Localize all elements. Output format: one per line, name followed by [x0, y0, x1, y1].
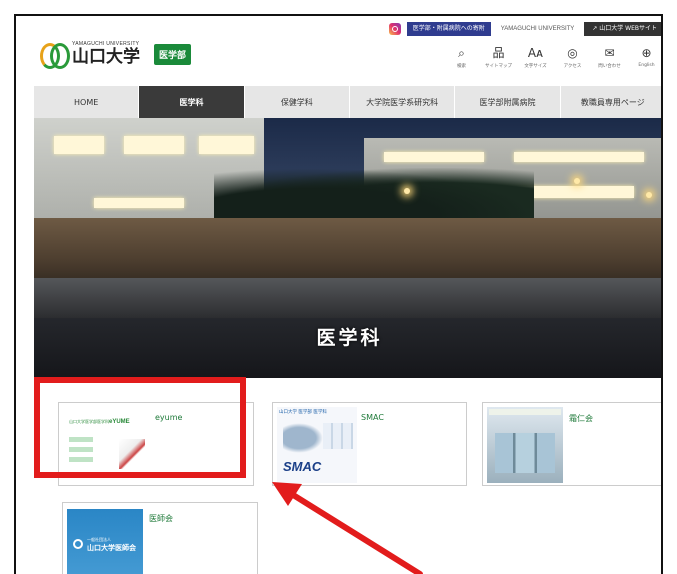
- highlight-box: [34, 377, 246, 478]
- util-contact[interactable]: ✉ 問い合わせ: [591, 46, 628, 69]
- department-badge: 医学部: [154, 43, 192, 65]
- hero-banner: 医学科: [34, 118, 661, 378]
- hospital-donation-link[interactable]: 医学部・附属病院への寄附: [406, 22, 491, 36]
- nav-staff-page[interactable]: 教職員専用ページ: [561, 86, 661, 118]
- ishikai-thumb-text: 山口大学医師会: [87, 544, 136, 552]
- text-size-icon: Aᴀ: [527, 46, 544, 60]
- university-en-link[interactable]: YAMAGUCHI UNIVERSITY: [497, 26, 579, 32]
- util-label: English: [638, 63, 655, 68]
- riverbank: [34, 278, 661, 318]
- location-icon: ◎: [567, 46, 578, 60]
- hero-title: 医学科: [316, 327, 383, 349]
- smac-header-text: 山口大学 医学部 医学科: [279, 410, 327, 415]
- card-smac[interactable]: 山口大学 医学部 医学科 SMAC SMAC: [272, 402, 467, 486]
- util-sitemap[interactable]: 品 サイトマップ: [480, 46, 517, 69]
- nav-graduate-school[interactable]: 大学院医学系研究科: [350, 86, 456, 118]
- ishikai-thumbnail: 一般社団法人 山口大学医師会: [67, 509, 143, 574]
- smac-thumbnail: 山口大学 医学部 医学科 SMAC: [277, 407, 357, 483]
- nav-home[interactable]: HOME: [34, 86, 140, 118]
- site-logo[interactable]: YAMAGUCHI UNIVERSITY 山口大学 医学部: [40, 42, 192, 69]
- university-website-link[interactable]: ↗ 山口大学 WEBサイト: [584, 22, 661, 36]
- util-label: アクセス: [563, 64, 582, 69]
- global-nav: HOME 医学科 保健学科 大学院医学系研究科 医学部附属病院 教職員専用ページ: [34, 86, 661, 118]
- util-english[interactable]: ⊕ English: [628, 46, 661, 69]
- browser-frame: YAMAGUCHI UNIVERSITY 山口大学 医学部 医学部・附属病院への…: [14, 14, 663, 574]
- card-title[interactable]: 霜仁会: [569, 413, 593, 424]
- sitemap-icon: 品: [492, 46, 505, 60]
- instagram-icon[interactable]: [388, 23, 401, 35]
- top-links-bar: 医学部・附属病院への寄附 YAMAGUCHI UNIVERSITY ↗ 山口大学…: [388, 22, 661, 36]
- nav-medicine[interactable]: 医学科: [139, 86, 245, 118]
- card-title[interactable]: 医師会: [149, 513, 173, 524]
- nav-health-sciences[interactable]: 保健学科: [245, 86, 350, 118]
- util-access[interactable]: ◎ アクセス: [554, 46, 591, 69]
- nav-hospital[interactable]: 医学部附属病院: [455, 86, 561, 118]
- util-label: 検索: [457, 64, 466, 69]
- world-map-icon: [283, 423, 323, 453]
- util-text-size[interactable]: Aᴀ 文字サイズ: [517, 46, 554, 69]
- university-emblem-icon: [40, 43, 70, 69]
- card-ishikai[interactable]: 一般社団法人 山口大学医師会 医師会: [62, 502, 258, 574]
- util-search[interactable]: ⌕ 検索: [443, 46, 480, 69]
- card-title[interactable]: SMAC: [361, 413, 384, 422]
- smac-logo: SMAC: [283, 459, 322, 474]
- card-soujinkai[interactable]: 霜仁会: [482, 402, 661, 486]
- util-label: 問い合わせ: [598, 64, 621, 69]
- search-icon: ⌕: [458, 46, 465, 60]
- globe-icon: ⊕: [641, 46, 652, 60]
- util-label: サイトマップ: [485, 64, 512, 69]
- utility-nav: ⌕ 検索 品 サイトマップ Aᴀ 文字サイズ ◎ アクセス ✉ 問い合わせ ⊕ …: [443, 46, 661, 69]
- site-header: YAMAGUCHI UNIVERSITY 山口大学 医学部 医学部・附属病院への…: [16, 16, 661, 86]
- util-label: 文字サイズ: [524, 64, 547, 69]
- soujinkai-thumbnail: [487, 407, 563, 483]
- mail-icon: ✉: [604, 46, 615, 60]
- ishikai-emblem-icon: [73, 539, 83, 549]
- logo-japanese-text: 山口大学: [72, 47, 140, 67]
